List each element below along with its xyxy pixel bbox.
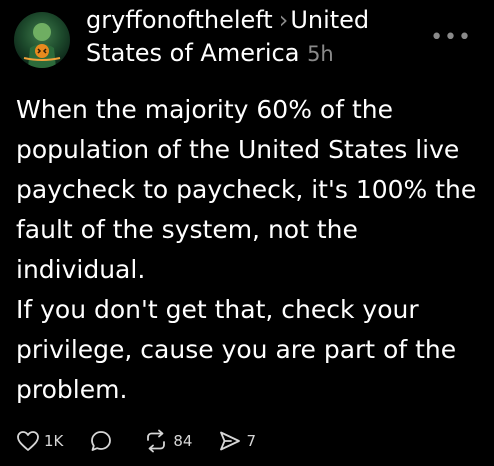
post-actions: 1K 84 7 <box>16 424 282 458</box>
share-count: 7 <box>246 432 257 450</box>
username-link[interactable]: gryffonoftheleft <box>86 6 273 34</box>
post-body: When the majority 60% of the population … <box>16 90 486 410</box>
repost-count: 84 <box>173 432 193 450</box>
like-count: 1K <box>44 432 64 450</box>
post-body-paragraph: If you don't get that, check your privil… <box>16 295 457 404</box>
avatar[interactable] <box>14 12 70 68</box>
repost-button[interactable]: 84 <box>143 429 192 453</box>
comment-icon <box>91 431 112 451</box>
chevron-right-icon: › <box>278 6 289 34</box>
post-header: gryffonoftheleft ›United States of Americ… <box>86 4 426 71</box>
share-button[interactable]: 7 <box>218 429 256 453</box>
like-button[interactable]: 1K <box>16 430 63 452</box>
heart-icon <box>17 431 39 451</box>
send-icon <box>220 431 241 451</box>
more-options-icon[interactable]: ••• <box>430 27 472 49</box>
avatar-image <box>23 23 61 68</box>
comment-button[interactable] <box>89 429 117 453</box>
post-body-paragraph: When the majority 60% of the population … <box>16 95 477 284</box>
repost-icon <box>147 429 166 453</box>
post-timestamp: 5h <box>307 42 334 66</box>
